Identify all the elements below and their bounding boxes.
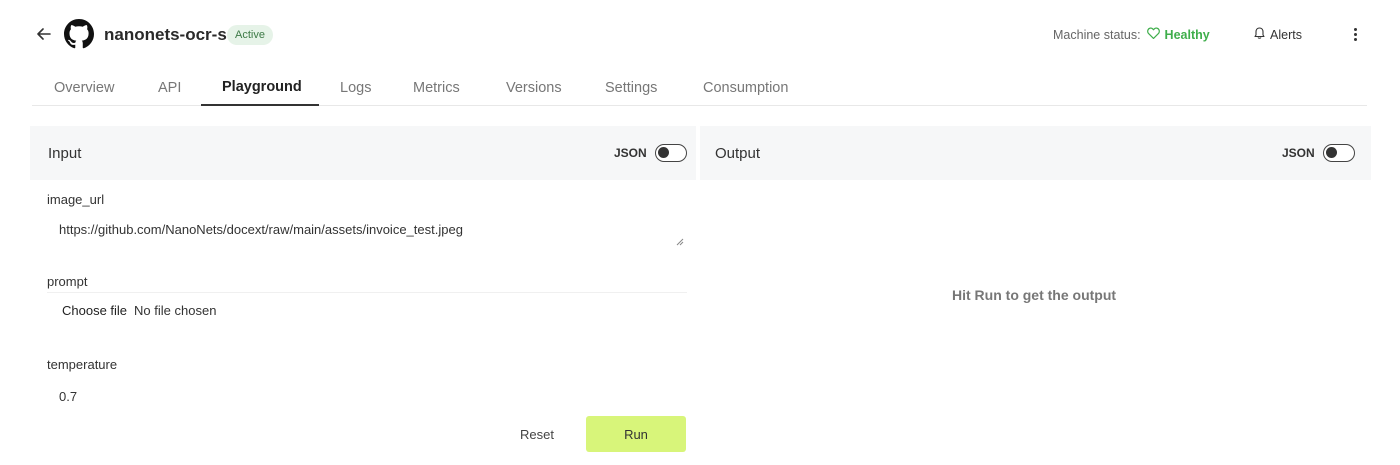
machine-status-label: Machine status: — [1053, 27, 1141, 42]
more-vertical-icon[interactable] — [1346, 24, 1364, 44]
healthy-text: Healthy — [1164, 27, 1210, 42]
heart-icon — [1146, 27, 1160, 42]
temperature-input[interactable] — [47, 378, 687, 410]
output-panel-title: Output — [715, 145, 761, 162]
image-url-value: https://github.com/NanoNets/docext/raw/m… — [59, 222, 463, 237]
input-json-toggle[interactable] — [654, 144, 687, 162]
input-json-label: JSON — [614, 146, 647, 160]
run-button[interactable]: Run — [586, 416, 686, 452]
alerts-button[interactable]: Alerts — [1254, 27, 1302, 42]
output-json-toggle[interactable] — [1322, 144, 1355, 162]
tab-api[interactable]: API — [158, 80, 181, 96]
back-arrow-icon[interactable] — [34, 24, 54, 44]
tab-logs[interactable]: Logs — [340, 80, 371, 96]
divider — [47, 292, 687, 293]
output-placeholder: Hit Run to get the output — [952, 287, 1117, 303]
model-name: nanonets-ocr-s — [104, 25, 227, 44]
tab-playground[interactable]: Playground — [222, 79, 302, 95]
tab-consumption[interactable]: Consumption — [703, 80, 788, 96]
machine-status-value: Healthy — [1146, 27, 1210, 42]
reset-button[interactable]: Reset — [520, 427, 554, 442]
temperature-value: 0.7 — [59, 389, 78, 404]
top-bar: nanonets-ocr-s Active Machine status: He… — [0, 0, 1400, 70]
tab-overview[interactable]: Overview — [54, 80, 114, 96]
no-file-text: No file chosen — [134, 303, 217, 318]
tab-bar: Overview API Playground Logs Metrics Ver… — [32, 72, 1367, 106]
image-url-label: image_url — [47, 192, 105, 207]
input-panel-header: Input JSON — [30, 126, 696, 180]
tab-metrics[interactable]: Metrics — [413, 80, 460, 96]
input-panel-title: Input — [48, 145, 82, 162]
temperature-label: temperature — [47, 357, 118, 372]
machine-status: Machine status: Healthy — [1053, 27, 1210, 42]
github-icon — [64, 19, 94, 49]
output-panel-header: Output JSON — [700, 126, 1371, 180]
active-tab-indicator — [201, 104, 319, 106]
status-badge: Active — [227, 25, 273, 45]
tab-settings[interactable]: Settings — [605, 80, 657, 96]
output-json-toggle-group: JSON — [1282, 144, 1355, 162]
choose-file-button[interactable]: Choose file — [62, 303, 127, 318]
bell-icon — [1254, 27, 1265, 42]
prompt-file-input: Choose file No file chosen — [62, 303, 216, 318]
alerts-label: Alerts — [1270, 27, 1302, 42]
tab-versions[interactable]: Versions — [506, 80, 562, 96]
input-json-toggle-group: JSON — [614, 144, 687, 162]
output-json-label: JSON — [1282, 146, 1315, 160]
prompt-label: prompt — [47, 274, 88, 289]
resize-handle-icon[interactable] — [674, 233, 684, 246]
